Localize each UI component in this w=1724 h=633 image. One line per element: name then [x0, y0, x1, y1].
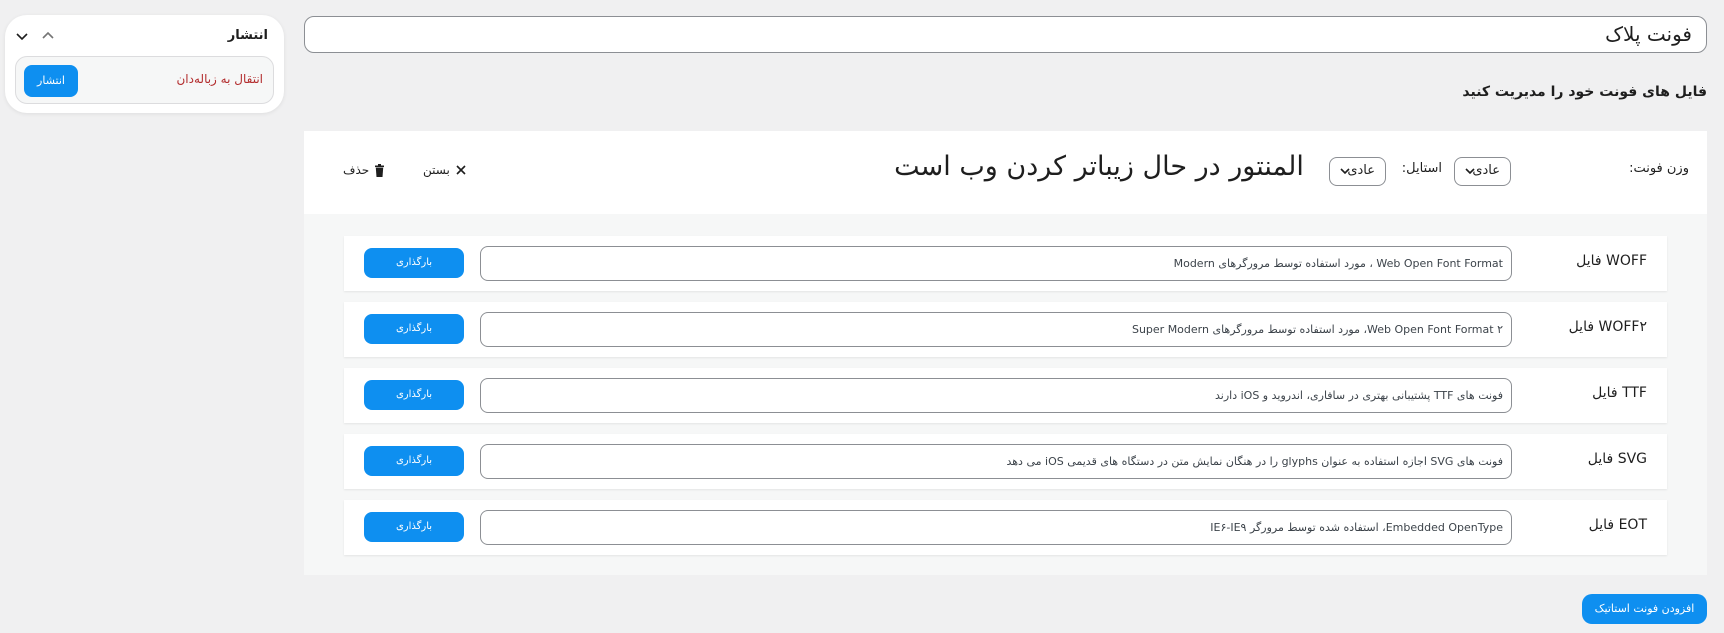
- font-weight-select[interactable]: عادی: [1454, 157, 1511, 186]
- font-file-row-svg: SVG فایل فونت های SVG اجازه استفاده به ع…: [344, 434, 1667, 489]
- file-url-input[interactable]: Web Open Font Format ، مورد استفاده توسط…: [480, 246, 1512, 281]
- close-button[interactable]: بستن: [423, 163, 467, 177]
- file-url-input[interactable]: فونت های SVG اجازه استفاده به عنوان glyp…: [480, 444, 1512, 479]
- font-variation-card: وزن فونت: عادی استایل: عادی المنتور در ح…: [304, 131, 1707, 575]
- font-variation-header: وزن فونت: عادی استایل: عادی المنتور در ح…: [304, 131, 1707, 214]
- upload-button[interactable]: بارگذاری: [364, 446, 464, 476]
- file-url-input[interactable]: Web Open Font Format ۲، مورد استفاده توس…: [480, 312, 1512, 347]
- move-to-trash-link[interactable]: انتقال به زباله‌دان: [176, 72, 263, 86]
- file-label: TTF فایل: [1592, 385, 1647, 401]
- file-label: WOFF۲ فایل: [1568, 319, 1647, 335]
- file-label: SVG فایل: [1587, 451, 1647, 467]
- publish-actions: انتقال به زباله‌دان انتشار: [15, 56, 274, 104]
- chevron-down-icon[interactable]: [13, 27, 31, 45]
- manage-files-label: فایل های فونت خود را مدیریت کنید: [1462, 84, 1707, 100]
- post-title-input[interactable]: فونت پلاک: [304, 16, 1707, 53]
- file-label: EOT فایل: [1588, 517, 1647, 533]
- file-label: WOFF فایل: [1576, 253, 1647, 269]
- delete-button[interactable]: حذف: [343, 163, 385, 177]
- font-file-row-eot: EOT فایل Embedded OpenType، استفاده شده …: [344, 500, 1667, 555]
- add-static-font-button[interactable]: افزودن فونت استاتیک: [1582, 594, 1707, 624]
- upload-button[interactable]: بارگذاری: [364, 512, 464, 542]
- font-files-list: WOFF فایل Web Open Font Format ، مورد اس…: [304, 214, 1707, 575]
- font-file-row-woff2: WOFF۲ فایل Web Open Font Format ۲، مورد …: [344, 302, 1667, 357]
- publish-panel: انتشار انتقال به زباله‌دان انتشار: [5, 15, 284, 113]
- trash-icon: [375, 163, 385, 177]
- publish-panel-title: انتشار: [227, 28, 268, 43]
- font-weight-label: وزن فونت:: [1629, 161, 1689, 176]
- file-url-input[interactable]: Embedded OpenType، استفاده شده توسط مرور…: [480, 510, 1512, 545]
- close-icon: [456, 165, 466, 175]
- chevron-down-icon: [1465, 168, 1475, 175]
- font-file-row-ttf: TTF فایل فونت های TTF پشتیبانی بهتری در …: [344, 368, 1667, 423]
- font-preview-text: المنتور در حال زیباتر کردن وب است: [894, 151, 1304, 182]
- upload-button[interactable]: بارگذاری: [364, 248, 464, 278]
- font-file-row-woff: WOFF فایل Web Open Font Format ، مورد اس…: [344, 236, 1667, 291]
- file-url-input[interactable]: فونت های TTF پشتیبانی بهتری در سافاری، ا…: [480, 378, 1512, 413]
- upload-button[interactable]: بارگذاری: [364, 380, 464, 410]
- publish-button[interactable]: انتشار: [24, 65, 78, 97]
- close-label: بستن: [423, 163, 450, 177]
- font-style-label: استایل:: [1401, 161, 1442, 176]
- upload-button[interactable]: بارگذاری: [364, 314, 464, 344]
- delete-label: حذف: [343, 163, 370, 177]
- chevron-up-icon[interactable]: [39, 27, 57, 45]
